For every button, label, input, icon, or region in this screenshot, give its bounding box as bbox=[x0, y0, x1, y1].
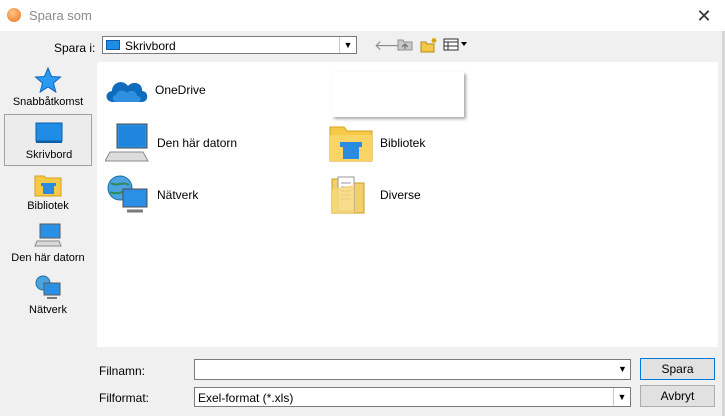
chevron-down-icon[interactable]: ▼ bbox=[339, 37, 356, 53]
close-button[interactable]: ✕ bbox=[684, 3, 724, 29]
view-menu-icon bbox=[443, 38, 467, 51]
place-label: Skrivbord bbox=[25, 149, 73, 161]
format-label: Filformat: bbox=[99, 391, 150, 405]
place-this-pc[interactable]: Den här datorn bbox=[4, 218, 92, 270]
star-icon bbox=[34, 66, 62, 94]
document-folder-icon bbox=[331, 176, 365, 214]
new-folder-button[interactable] bbox=[420, 37, 438, 53]
place-network[interactable]: Nätverk bbox=[4, 270, 92, 322]
title-bar: Spara som ✕ bbox=[0, 0, 725, 31]
file-list: OneDrive Den här datorn Bibliotek Nätver… bbox=[97, 62, 718, 347]
places-bar: Snabbåtkomst Skrivbord Bibliotek Den här… bbox=[4, 62, 92, 404]
network-icon bbox=[107, 175, 148, 213]
file-name: Den här datorn bbox=[157, 136, 238, 150]
save-button[interactable]: Spara bbox=[640, 358, 715, 380]
new-folder-icon bbox=[420, 38, 437, 53]
computer-icon bbox=[105, 123, 149, 162]
file-name: Nätverk bbox=[157, 188, 199, 202]
filename-label: Filnamn: bbox=[99, 364, 146, 378]
library-folder-icon bbox=[34, 175, 62, 197]
file-name: OneDrive bbox=[155, 83, 206, 97]
chevron-down-icon[interactable]: ▼ bbox=[613, 388, 630, 406]
library-folder-icon bbox=[329, 126, 373, 162]
chevron-down-icon[interactable]: ▼ bbox=[615, 360, 630, 379]
place-label: Bibliotek bbox=[27, 200, 69, 212]
place-label: Den här datorn bbox=[11, 252, 85, 264]
place-quick-access[interactable]: Snabbåtkomst bbox=[4, 62, 92, 114]
place-libraries[interactable]: Bibliotek bbox=[4, 166, 92, 218]
cancel-button[interactable]: Avbryt bbox=[640, 385, 715, 407]
filename-input[interactable] bbox=[194, 359, 631, 380]
desktop-icon bbox=[35, 122, 63, 143]
tooltip-popup bbox=[332, 72, 464, 117]
folder-up-icon bbox=[397, 39, 413, 51]
place-desktop[interactable]: Skrivbord bbox=[4, 114, 92, 166]
view-menu-button[interactable] bbox=[443, 37, 469, 53]
network-icon bbox=[35, 275, 61, 299]
app-icon bbox=[7, 8, 21, 22]
file-name: Bibliotek bbox=[380, 136, 426, 150]
format-value: Exel-format (*.xls) bbox=[198, 391, 294, 405]
desktop-icon bbox=[106, 40, 120, 50]
up-folder-button[interactable] bbox=[397, 37, 413, 53]
window-title: Spara som bbox=[29, 8, 92, 23]
look-in-dropdown[interactable]: Skrivbord ▼ bbox=[102, 36, 357, 54]
onedrive-cloud-icon bbox=[106, 82, 148, 102]
place-label: Snabbåtkomst bbox=[12, 96, 84, 108]
computer-icon bbox=[34, 223, 62, 247]
look-in-value: Skrivbord bbox=[125, 39, 176, 53]
format-dropdown[interactable]: Exel-format (*.xls) ▼ bbox=[194, 387, 631, 407]
back-button[interactable]: 🡐 bbox=[374, 37, 412, 53]
look-in-label: Spara i: bbox=[54, 41, 96, 55]
file-name: Diverse bbox=[380, 188, 421, 202]
place-label: Nätverk bbox=[29, 304, 67, 316]
